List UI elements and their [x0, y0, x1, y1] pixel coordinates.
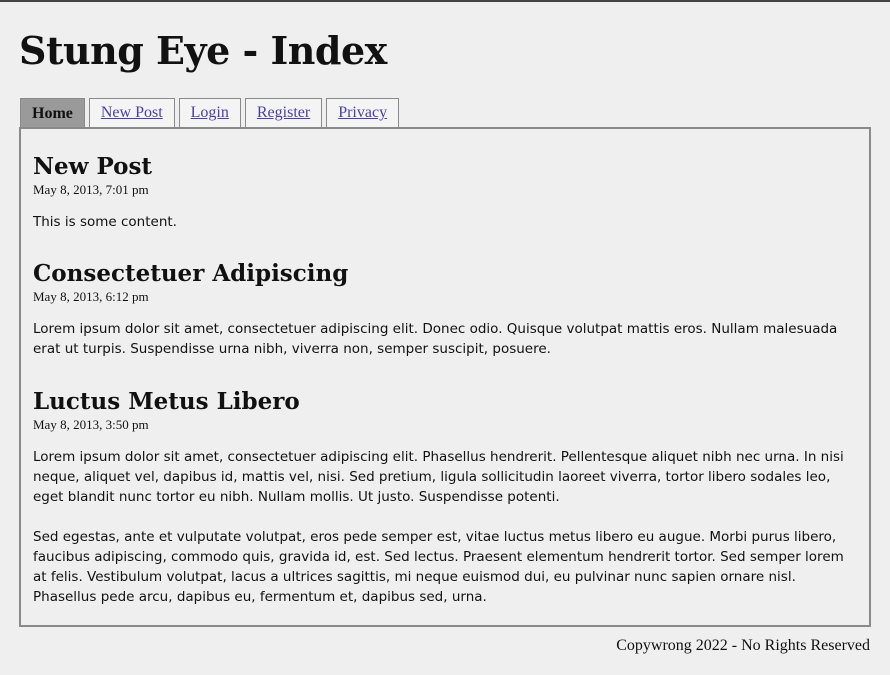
- post-title: Luctus Metus Libero: [33, 388, 300, 415]
- post-title: New Post: [33, 153, 153, 180]
- tab-home[interactable]: Home: [20, 98, 85, 128]
- tab-register[interactable]: Register: [244, 98, 323, 127]
- footer-text: Copywrong 2022 - No Rights Reserved: [616, 637, 870, 654]
- post-paragraph: This is some content.: [33, 214, 177, 230]
- tab-home-label[interactable]: Home: [32, 105, 73, 123]
- tab-new-post[interactable]: New Post: [88, 98, 175, 127]
- page-title: Stung Eye - Index: [19, 28, 387, 73]
- post-date: May 8, 2013, 3:50 pm: [33, 417, 149, 432]
- post-date: May 8, 2013, 7:01 pm: [33, 182, 149, 197]
- post-paragraph: Lorem ipsum dolor sit amet, consectetuer…: [33, 449, 844, 505]
- tab-new-post-link[interactable]: New Post: [101, 104, 163, 122]
- tab-login[interactable]: Login: [178, 98, 241, 127]
- tab-privacy[interactable]: Privacy: [326, 98, 400, 127]
- post-title: Consectetuer Adipiscing: [33, 260, 349, 287]
- tab-login-link[interactable]: Login: [191, 104, 229, 122]
- post: Luctus Metus Libero May 8, 2013, 3:50 pm…: [33, 388, 857, 607]
- post: Consectetuer Adipiscing May 8, 2013, 6:1…: [33, 260, 857, 359]
- tab-privacy-link[interactable]: Privacy: [338, 104, 387, 122]
- nav-tabs: Home New Post Login Register Privacy: [20, 98, 400, 128]
- post: New Post May 8, 2013, 7:01 pm This is so…: [33, 153, 857, 232]
- post-paragraph: Lorem ipsum dolor sit amet, consectetuer…: [33, 321, 838, 357]
- tab-register-link[interactable]: Register: [257, 104, 310, 122]
- post-paragraph: Sed egestas, ante et vulputate volutpat,…: [33, 529, 844, 605]
- post-date: May 8, 2013, 6:12 pm: [33, 289, 149, 304]
- content-panel: New Post May 8, 2013, 7:01 pm This is so…: [19, 127, 871, 627]
